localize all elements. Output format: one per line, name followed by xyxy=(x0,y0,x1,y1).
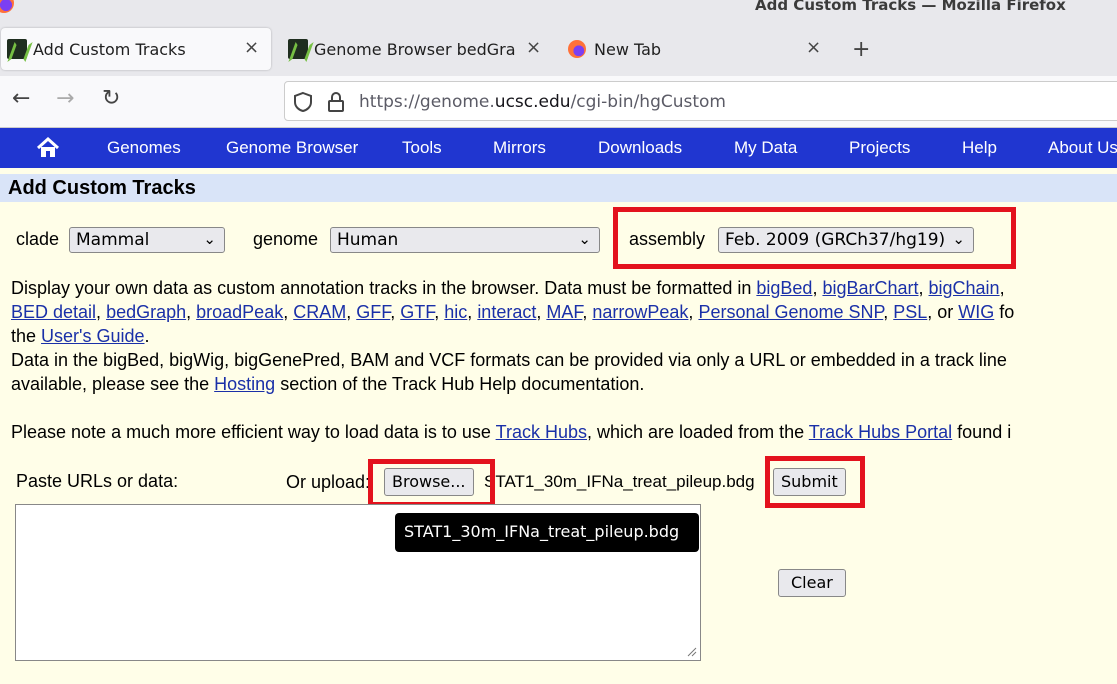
url-prefix: https://genome. xyxy=(359,92,495,112)
home-icon[interactable] xyxy=(35,137,61,159)
menu-my-data[interactable]: My Data xyxy=(734,138,797,158)
close-tab-icon[interactable]: × xyxy=(526,37,541,58)
menu-projects[interactable]: Projects xyxy=(849,138,910,158)
file-tooltip: STAT1_30m_IFNa_treat_pileup.bdg xyxy=(395,513,699,552)
lock-icon[interactable] xyxy=(327,91,345,113)
close-tab-icon[interactable]: × xyxy=(244,37,259,58)
link-interact[interactable]: interact xyxy=(477,302,536,322)
navigation-toolbar: ← → ↻ https://genome.ucsc.edu/cgi-bin/hg… xyxy=(0,76,1117,128)
page-title: Add Custom Tracks xyxy=(8,177,196,199)
selected-file-name: STAT1_30m_IFNa_treat_pileup.bdg xyxy=(484,472,755,491)
paste-label: Paste URLs or data: xyxy=(16,471,179,491)
menu-mirrors[interactable]: Mirrors xyxy=(493,138,546,158)
link-bigbarchart[interactable]: bigBarChart xyxy=(822,278,918,298)
new-tab-plus-icon[interactable]: + xyxy=(852,37,870,62)
menu-help[interactable]: Help xyxy=(962,138,997,158)
resize-handle-icon[interactable] xyxy=(685,645,697,657)
description-line-5: available, please see the Hosting sectio… xyxy=(11,372,644,396)
menu-downloads[interactable]: Downloads xyxy=(598,138,682,158)
window-title: Add Custom Tracks — Mozilla Firefox xyxy=(755,0,1066,14)
ucsc-favicon-icon xyxy=(288,39,308,59)
genome-select[interactable]: Human ⌄ xyxy=(330,227,600,253)
desc-text: section of the Track Hub Help documentat… xyxy=(275,374,645,394)
link-broadpeak[interactable]: broadPeak xyxy=(196,302,283,322)
window-titlebar: Add Custom Tracks — Mozilla Firefox xyxy=(0,0,1117,24)
close-tab-icon[interactable]: × xyxy=(806,37,821,58)
section-header: Add Custom Tracks xyxy=(0,174,1117,202)
menu-genome-browser[interactable]: Genome Browser xyxy=(226,138,358,158)
link-bigbed[interactable]: bigBed xyxy=(756,278,812,298)
clade-select-value: Mammal xyxy=(76,230,150,250)
desc-text: . xyxy=(144,326,150,346)
tab-label: New Tab xyxy=(594,39,662,59)
desc-text: found i xyxy=(952,422,1012,442)
link-cram[interactable]: CRAM xyxy=(293,302,346,322)
tab-label: Genome Browser bedGra xyxy=(314,39,516,59)
link-gff[interactable]: GFF xyxy=(356,302,390,322)
link-track-hubs[interactable]: Track Hubs xyxy=(496,422,587,442)
link-psl[interactable]: PSL xyxy=(893,302,927,322)
link-bigchain[interactable]: bigChain xyxy=(929,278,1000,298)
url-path: /cgi-bin/hgCustom xyxy=(570,92,726,112)
clade-select[interactable]: Mammal ⌄ xyxy=(69,227,225,253)
link-narrowpeak[interactable]: narrowPeak xyxy=(592,302,688,322)
description-line-2: BED detail, bedGraph, broadPeak, CRAM, G… xyxy=(11,302,1015,322)
firefox-logo-icon xyxy=(0,0,14,13)
tab-add-custom-tracks[interactable]: Add Custom Tracks × xyxy=(1,28,271,70)
desc-text: , which are loaded from the xyxy=(586,422,809,442)
tab-new-tab[interactable]: New Tab × xyxy=(562,28,832,70)
menu-tools[interactable]: Tools xyxy=(402,138,442,158)
link-hic[interactable]: hic xyxy=(444,302,467,322)
link-wig[interactable]: WIG xyxy=(958,302,994,322)
desc-text: the xyxy=(11,326,42,346)
tab-label: Add Custom Tracks xyxy=(33,39,186,59)
tab-strip: Add Custom Tracks × Genome Browser bedGr… xyxy=(0,24,1117,76)
ucsc-favicon-icon xyxy=(7,39,27,59)
firefox-favicon-icon xyxy=(568,40,586,58)
chevron-down-icon: ⌄ xyxy=(578,230,591,248)
menu-genomes[interactable]: Genomes xyxy=(107,138,181,158)
description-line-1: Display your own data as custom annotati… xyxy=(11,278,1005,298)
clade-label: clade xyxy=(16,229,60,249)
description-line-4: Data in the bigBed, bigWig, bigGenePred,… xyxy=(11,350,1007,370)
link-bedgraph[interactable]: bedGraph xyxy=(106,302,186,322)
link-gtf[interactable]: GTF xyxy=(400,302,434,322)
url-text: https://genome.ucsc.edu/cgi-bin/hgCustom xyxy=(359,92,726,112)
link-bed-detail[interactable]: BED detail xyxy=(11,302,96,322)
track-hubs-note: Please note a much more efficient way to… xyxy=(11,420,1011,444)
genome-label: genome xyxy=(253,229,319,249)
desc-text: Display your own data as custom annotati… xyxy=(11,278,757,298)
chevron-down-icon: ⌄ xyxy=(203,230,216,248)
desc-text: , or xyxy=(927,302,959,322)
desc-text: available, please see the xyxy=(11,374,215,394)
forward-arrow-icon[interactable]: → xyxy=(56,86,74,111)
upload-label: Or upload: xyxy=(286,472,371,492)
link-hosting[interactable]: Hosting xyxy=(214,374,275,394)
tab-genome-browser[interactable]: Genome Browser bedGra × xyxy=(282,28,552,70)
reload-icon[interactable]: ↻ xyxy=(102,86,120,111)
address-bar[interactable]: https://genome.ucsc.edu/cgi-bin/hgCustom xyxy=(284,81,1117,121)
link-maf[interactable]: MAF xyxy=(546,302,582,322)
desc-text: fo xyxy=(994,302,1015,322)
menu-about-us[interactable]: About Us xyxy=(1048,138,1117,158)
desc-text: Please note a much more efficient way to… xyxy=(11,422,496,442)
tracking-shield-icon[interactable] xyxy=(293,91,313,113)
highlight-box-submit xyxy=(765,456,865,508)
url-domain: ucsc.edu xyxy=(494,92,571,112)
description-line-3: the User's Guide. xyxy=(11,324,150,348)
back-arrow-icon[interactable]: ← xyxy=(12,86,30,111)
link-personal-genome-snp[interactable]: Personal Genome SNP xyxy=(698,302,883,322)
site-menu-bar: Genomes Genome Browser Tools Mirrors Dow… xyxy=(0,128,1117,168)
link-users-guide[interactable]: User's Guide xyxy=(41,326,144,346)
highlight-box-browse xyxy=(368,459,495,507)
link-track-hubs-portal[interactable]: Track Hubs Portal xyxy=(809,422,952,442)
clear-button[interactable]: Clear xyxy=(778,569,846,597)
highlight-box-assembly xyxy=(613,207,1016,269)
genome-select-value: Human xyxy=(337,230,399,250)
